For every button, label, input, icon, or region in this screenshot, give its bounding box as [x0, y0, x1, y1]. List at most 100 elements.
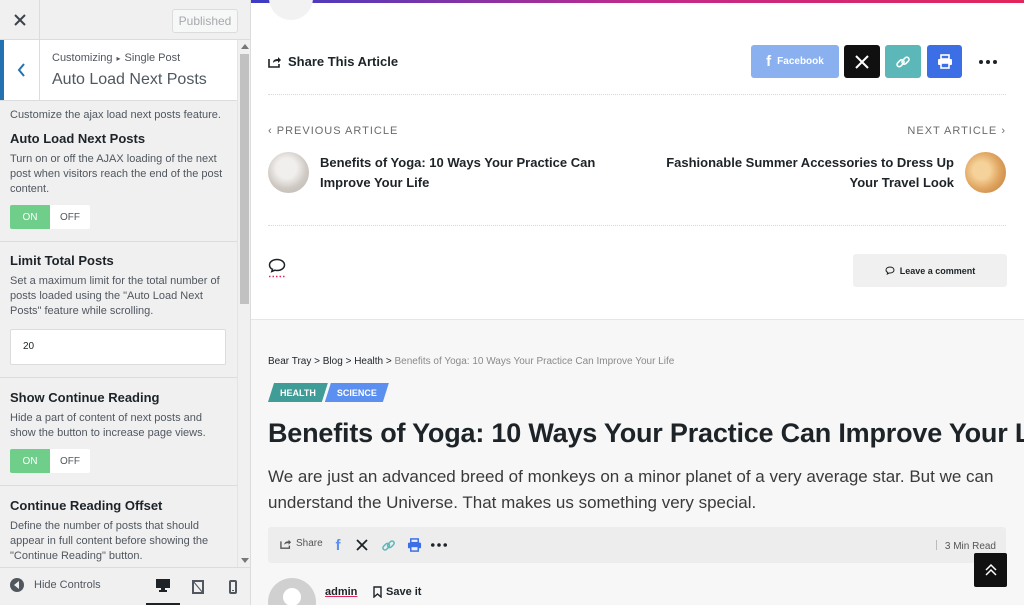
control-title: Auto Load Next Posts — [10, 131, 146, 146]
category-tag-science[interactable]: SCIENCE — [325, 383, 389, 402]
more-dots-icon — [979, 59, 997, 64]
post-excerpt: We are just an advanced breed of monkeys… — [268, 467, 994, 512]
continue-reading-toggle[interactable]: ON OFF — [10, 449, 90, 473]
copy-link-button[interactable] — [885, 45, 921, 78]
breadcrumb-separator: > — [314, 356, 320, 367]
control-description: Hide a part of content of next posts and… — [10, 412, 206, 439]
tablet-preview-button[interactable] — [181, 568, 215, 605]
control-description: Set a maximum limit for the total number… — [10, 275, 220, 317]
publish-button[interactable]: Published — [172, 9, 238, 33]
copy-link-icon[interactable] — [380, 537, 396, 553]
previous-article-label[interactable]: ‹ PREVIOUS ARTICLE — [268, 125, 398, 137]
more-share-options-button[interactable] — [978, 45, 998, 78]
category-tags: HEALTH SCIENCE — [268, 383, 386, 402]
reading-progress-bar — [251, 0, 1024, 3]
save-it-label: Save it — [386, 586, 422, 598]
x-share-icon[interactable] — [354, 537, 370, 553]
breadcrumb-separator: > — [385, 356, 392, 367]
avatar-head — [283, 588, 301, 605]
bookmark-icon — [373, 586, 382, 598]
toggle-on-option[interactable]: ON — [10, 205, 50, 229]
facebook-label: Facebook — [777, 56, 824, 67]
previous-label-text: PREVIOUS ARTICLE — [276, 125, 399, 137]
divider — [268, 225, 1006, 226]
panel-scrollbar[interactable] — [237, 40, 250, 567]
breadcrumb: Bear Tray > Blog > Health > Benefits of … — [268, 356, 674, 367]
control-auto-load: Auto Load Next Posts Turn on or off the … — [0, 131, 237, 242]
control-continue-offset: Continue Reading Offset Define the numbe… — [0, 486, 237, 567]
next-article-link[interactable]: Fashionable Summer Accessories to Dress … — [654, 153, 954, 193]
share-label: Share — [280, 538, 323, 549]
share-icon — [280, 539, 292, 549]
site-preview[interactable]: Share This Article f Facebook ‹ PREVIOUS… — [251, 0, 1024, 605]
chevron-left-icon — [17, 63, 25, 77]
limit-posts-input[interactable]: 20 — [10, 329, 226, 365]
section-title: Auto Load Next Posts — [52, 71, 207, 88]
link-icon — [896, 55, 910, 68]
scroll-up-arrow-icon[interactable] — [241, 44, 249, 49]
toggle-off-option[interactable]: OFF — [50, 205, 90, 229]
print-icon[interactable] — [406, 537, 422, 553]
control-continue-reading: Show Continue Reading Hide a part of con… — [0, 378, 237, 486]
mobile-preview-button[interactable] — [216, 568, 250, 605]
post-meta-bar: Share f 3 Min Read — [268, 527, 1006, 563]
previous-article-link[interactable]: Benefits of Yoga: 10 Ways Your Practice … — [320, 153, 620, 193]
customizer-app: Published Customizing ▸ Single Post Auto L… — [0, 0, 1024, 605]
print-icon — [937, 54, 952, 69]
double-chevron-up-icon — [984, 563, 997, 576]
x-share-button[interactable] — [844, 45, 880, 78]
author-name-link[interactable]: admin — [325, 586, 357, 598]
save-it-button[interactable]: Save it — [373, 586, 421, 598]
control-limit-posts: Limit Total Posts Set a maximum limit fo… — [0, 242, 237, 378]
facebook-share-icon[interactable]: f — [330, 537, 346, 554]
panel-header: Published — [0, 0, 250, 40]
read-time-text: 3 Min Read — [944, 541, 996, 552]
next-label-text: NEXT ARTICLE — [907, 125, 998, 137]
close-icon — [13, 14, 26, 26]
hide-controls-button[interactable]: Hide Controls — [10, 578, 101, 592]
control-title: Show Continue Reading — [10, 390, 160, 405]
next-article-label[interactable]: NEXT ARTICLE › — [907, 125, 1006, 137]
desktop-preview-button[interactable] — [146, 568, 180, 605]
share-icon — [268, 57, 281, 68]
collapse-arrow-icon — [10, 578, 24, 592]
back-button[interactable] — [0, 40, 40, 100]
divider — [268, 94, 1006, 95]
previous-article-thumbnail[interactable] — [268, 152, 309, 193]
toggle-on-option[interactable]: ON — [10, 449, 50, 473]
share-article-label: Share This Article — [268, 54, 398, 69]
control-title: Limit Total Posts — [10, 253, 114, 268]
author-avatar[interactable] — [268, 578, 316, 605]
facebook-share-button[interactable]: f Facebook — [751, 45, 839, 78]
leave-comment-button[interactable]: Leave a comment — [853, 254, 1007, 287]
share-article-text: Share This Article — [288, 54, 399, 69]
more-dots-icon[interactable] — [431, 537, 447, 553]
scroll-down-arrow-icon[interactable] — [241, 558, 249, 563]
control-description: Turn on or off the AJAX loading of the n… — [10, 153, 223, 195]
auto-load-toggle[interactable]: ON OFF — [10, 205, 90, 229]
scrollbar-thumb[interactable] — [240, 54, 249, 304]
next-article-thumbnail[interactable] — [965, 152, 1006, 193]
share-bar: Share This Article f Facebook — [268, 45, 1006, 80]
print-button[interactable] — [927, 45, 962, 78]
desktop-icon — [156, 579, 170, 592]
leave-comment-label: Leave a comment — [899, 265, 976, 276]
breadcrumb-root: Customizing — [52, 52, 113, 64]
post-navigation: ‹ PREVIOUS ARTICLE NEXT ARTICLE › Benefi… — [268, 125, 1006, 205]
toggle-off-option[interactable]: OFF — [50, 449, 90, 473]
post-title: Benefits of Yoga: 10 Ways Your Practice … — [268, 418, 1024, 448]
section-breadcrumb: Customizing ▸ Single Post — [52, 52, 180, 64]
controls-list[interactable]: Customize the ajax load next posts featu… — [0, 101, 237, 567]
control-title: Continue Reading Offset — [10, 498, 163, 513]
customizer-panel: Published Customizing ▸ Single Post Auto L… — [0, 0, 251, 605]
tablet-icon — [192, 580, 204, 594]
breadcrumb-link[interactable]: Health — [354, 356, 383, 367]
mobile-icon — [229, 580, 237, 594]
comments-toggle-icon[interactable] — [268, 258, 286, 278]
category-tag-health[interactable]: HEALTH — [268, 383, 328, 402]
back-to-top-button[interactable] — [974, 553, 1007, 587]
breadcrumb-link[interactable]: Bear Tray — [268, 356, 311, 367]
section-header: Customizing ▸ Single Post Auto Load Next P… — [0, 40, 237, 101]
breadcrumb-link[interactable]: Blog — [323, 356, 343, 367]
close-customizer-button[interactable] — [0, 0, 40, 40]
